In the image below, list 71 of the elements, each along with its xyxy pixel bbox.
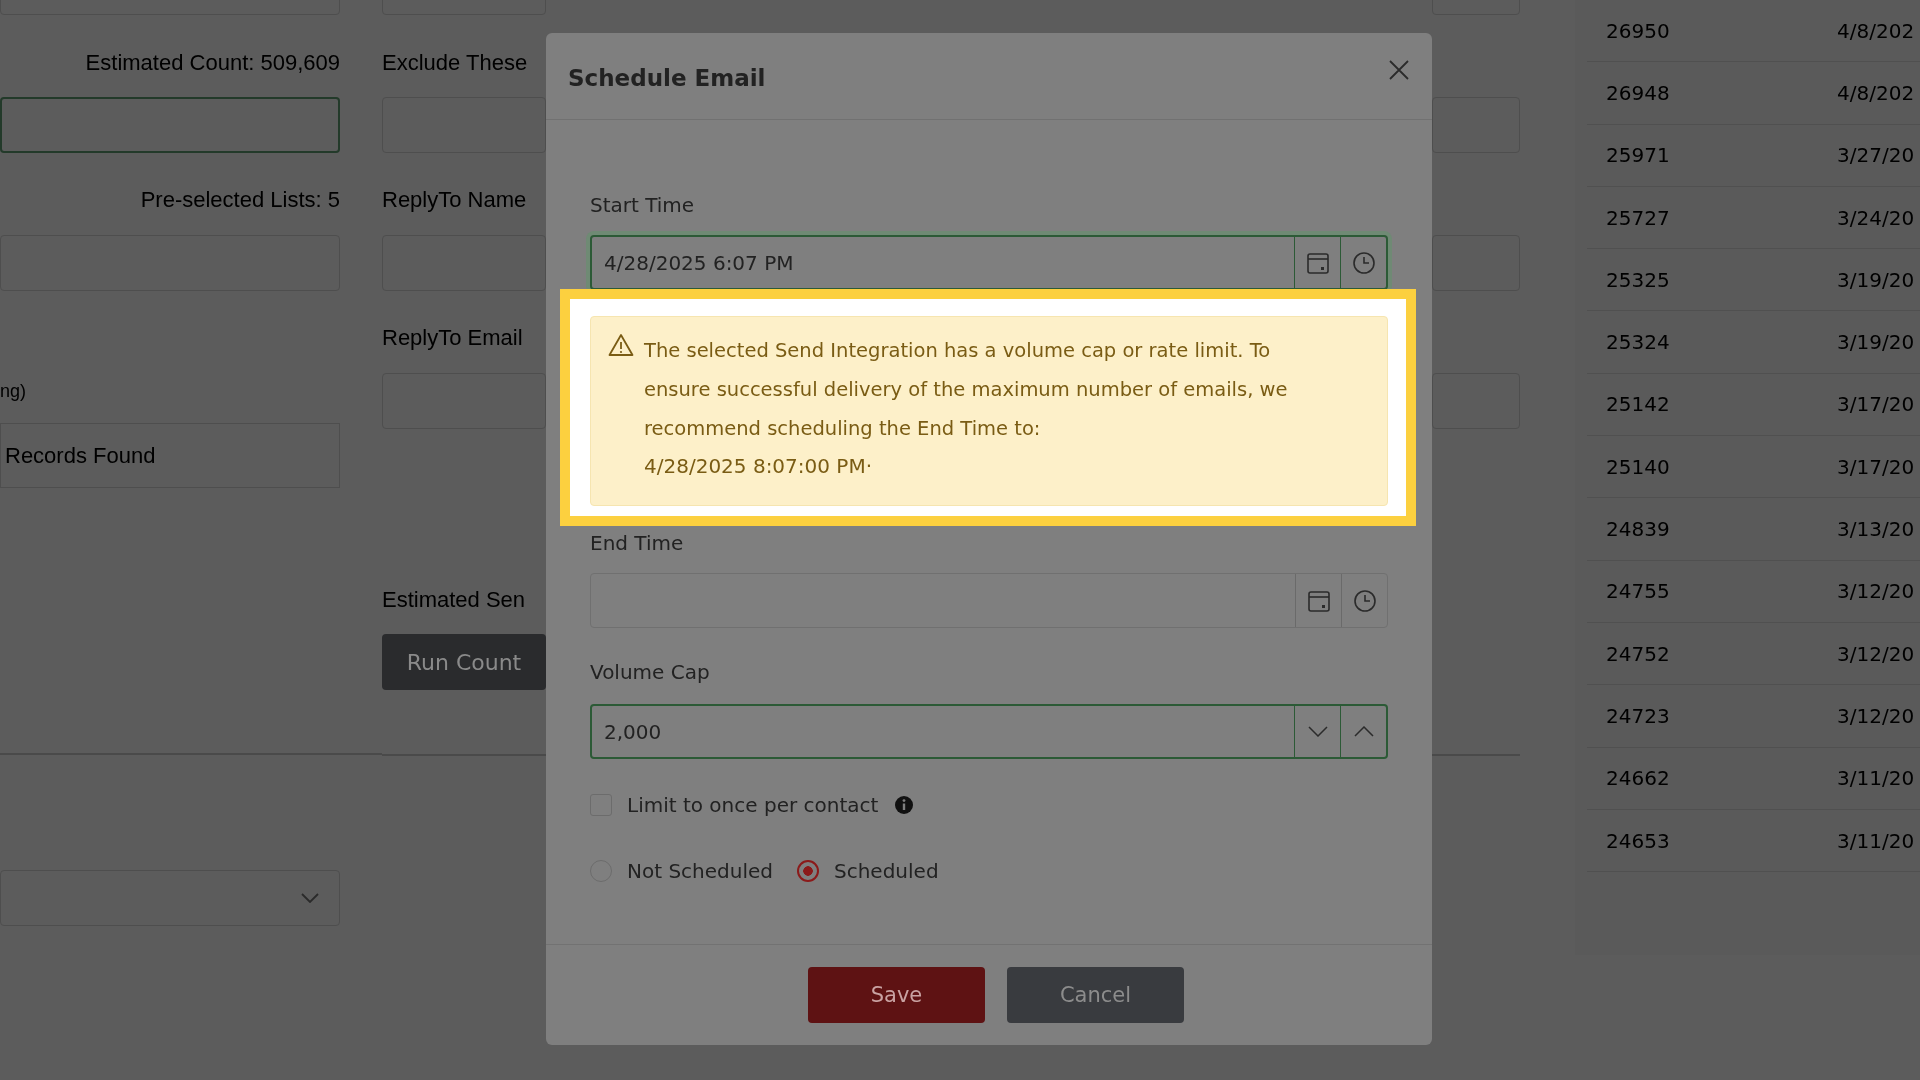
recommended-end-time: 4/28/2025 8:07:00 PM·: [644, 453, 873, 480]
chevron-down-icon: [301, 893, 319, 903]
dropdown[interactable]: [0, 870, 340, 926]
input-field[interactable]: [382, 373, 546, 429]
warning-message: The selected Send Integration has a volume cap or rate limit. To ensure successful delivery of the maximum number of emails, we recommend scheduling the End Time to:: [644, 338, 1289, 442]
table-cell: 3/11/20: [1837, 766, 1915, 791]
run-count-button[interactable]: Run Count: [382, 634, 546, 690]
estimated-count: Estimated Count: 509,609: [84, 51, 340, 75]
table-cell: 3/17/20: [1837, 392, 1915, 417]
close-icon[interactable]: [1388, 59, 1410, 81]
radio-button[interactable]: [797, 860, 819, 882]
table-cell-text: 25971: [1605, 143, 1671, 168]
table-cell: 3/17/20: [1837, 454, 1915, 479]
field-label: ReplyTo Email: [382, 326, 523, 350]
dialog-title: Schedule Email: [568, 65, 766, 91]
chevron-up-icon: [1353, 726, 1374, 737]
table-cell-text: 24755: [1605, 579, 1671, 604]
table-cell: 3/19/20: [1837, 267, 1915, 292]
field-label: End Time: [590, 531, 684, 555]
table-cell: 3/12/20: [1837, 579, 1915, 604]
table-cell: 3/11/20: [1837, 828, 1915, 853]
table-cell: 3/24/20: [1837, 205, 1915, 230]
radio-label: Not Scheduled: [627, 859, 773, 883]
field-label: ReplyTo Name: [382, 188, 527, 212]
table-cell-text: 24752: [1605, 641, 1671, 666]
input-field[interactable]: [1432, 235, 1520, 291]
table-cell-text: 25142: [1605, 392, 1671, 417]
table-cell: 3/12/20: [1837, 703, 1915, 728]
calendar-icon: [1305, 250, 1330, 275]
chevron-down-icon: [1307, 726, 1328, 737]
table-cell-text: 24662: [1605, 766, 1671, 791]
table-cell-text: 24723: [1605, 703, 1671, 728]
calendar-icon: [1306, 588, 1331, 613]
input-field[interactable]: [1432, 97, 1520, 153]
table-cell: 3/12/20: [1837, 641, 1915, 666]
table-cell: 3/13/20: [1837, 517, 1915, 541]
field-label: Volume Cap: [590, 660, 710, 684]
table-cell-text: 25325: [1605, 267, 1671, 292]
clock-icon: [1351, 250, 1376, 275]
field-label: Start Time: [590, 193, 695, 217]
cancel-button[interactable]: Cancel: [1007, 967, 1184, 1023]
checkbox-label: Limit to once per contact: [627, 793, 879, 817]
table-cell-text: 26948: [1605, 80, 1671, 105]
table-cell-text: 26950: [1605, 18, 1671, 43]
field-value: 4/28/2025 6:07 PM: [603, 249, 795, 277]
input-field[interactable]: [1432, 373, 1520, 429]
clock-icon: [1352, 588, 1377, 613]
table-cell-text: 25727: [1605, 205, 1671, 230]
warning-icon: [608, 333, 634, 357]
field-label: Exclude These: [382, 51, 528, 75]
input-field[interactable]: [382, 97, 546, 153]
table-cell: 3/19/20: [1837, 330, 1915, 355]
table-cell-text: 24653: [1605, 828, 1671, 853]
table-cell-text: 25140: [1605, 454, 1671, 479]
info-icon[interactable]: [894, 795, 915, 815]
field-note: ng): [0, 381, 26, 401]
input-field[interactable]: [382, 235, 546, 291]
save-button[interactable]: Save: [808, 967, 985, 1023]
table-cell-text: 25324: [1605, 330, 1671, 355]
table-cell-text: 24839: [1605, 517, 1671, 541]
input-field[interactable]: [0, 97, 340, 153]
table-cell: 4/8/202: [1837, 80, 1915, 105]
table-cell: 4/8/202: [1837, 18, 1915, 43]
records-status: Records Found: [5, 442, 156, 469]
volume-cap-field[interactable]: 2,000: [590, 704, 1388, 759]
end-time-field[interactable]: [590, 573, 1388, 628]
radio-label: Scheduled: [834, 859, 939, 883]
field-value: 2,000: [603, 718, 663, 746]
field-label: Estimated Sen: [382, 588, 526, 612]
preselected-lists-count: Pre-selected Lists: 5: [139, 188, 340, 212]
table-cell: 3/27/20: [1837, 143, 1915, 168]
